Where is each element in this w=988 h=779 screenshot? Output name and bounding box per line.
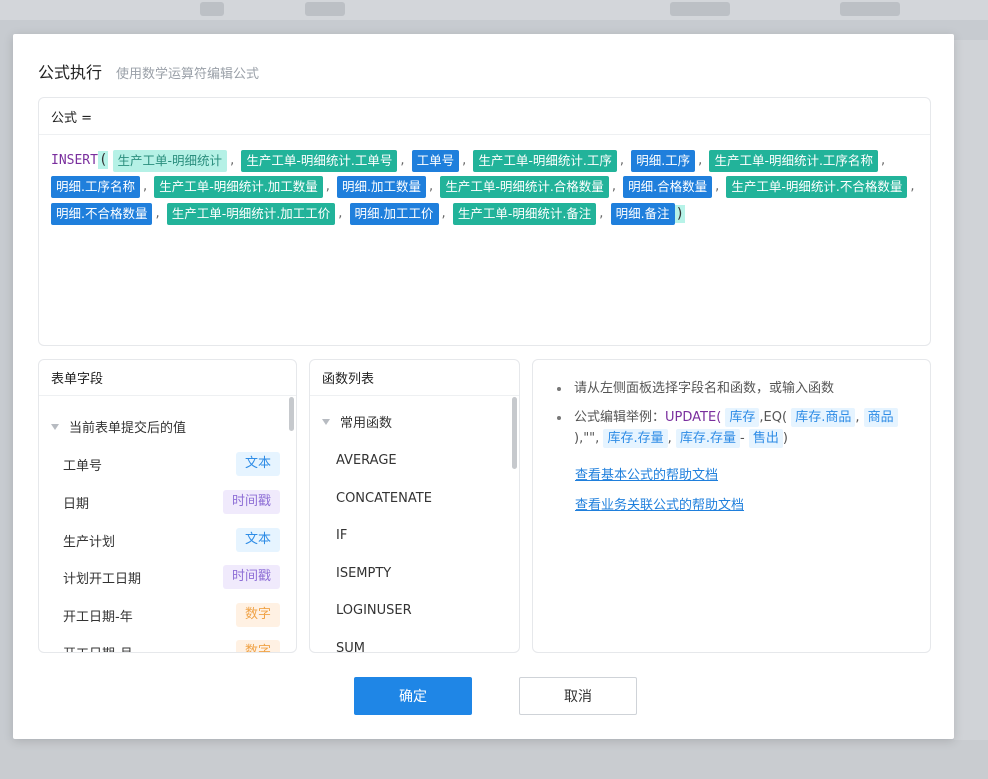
- field-name: 生产计划: [63, 534, 116, 550]
- formula-dialog: 公式执行 使用数学运算符编辑公式 公式 = INSERT( 生产工单-明细统计,…: [13, 34, 954, 739]
- field-item[interactable]: 开工日期-年 数字: [39, 600, 284, 630]
- chevron-down-icon: [322, 418, 330, 425]
- dialog-subtitle: 使用数学运算符编辑公式: [116, 67, 260, 82]
- formula-function-name: INSERT: [51, 153, 98, 168]
- fields-group-label: 当前表单提交后的值: [69, 421, 187, 436]
- formula-token[interactable]: 工单号: [411, 149, 460, 172]
- field-name: 开工日期-月: [63, 643, 133, 653]
- example-token: 库存.存量: [603, 429, 668, 448]
- formula-token[interactable]: 生产工单-明细统计.加工数量: [154, 176, 323, 198]
- field-name: 日期: [63, 496, 90, 512]
- example-separator: ,: [667, 431, 672, 446]
- example-token: 库存.存量: [675, 429, 740, 448]
- function-item[interactable]: CONCATENATE: [336, 491, 432, 506]
- example-token: 库存.商品: [791, 408, 856, 427]
- basic-formula-help-link[interactable]: 查看基本公式的帮助文档: [575, 464, 718, 483]
- formula-token[interactable]: 生产工单-明细统计.工序名称: [709, 149, 878, 172]
- example-prefix: 公式编辑举例：: [574, 410, 666, 425]
- fields-scrollbar[interactable]: [289, 397, 294, 431]
- formula-token[interactable]: 明细.合格数量: [623, 176, 713, 198]
- background-side: [954, 40, 988, 779]
- help-tip: 请从左侧面板选择字段名和函数，或输入函数: [555, 378, 915, 399]
- business-formula-help-link[interactable]: 查看业务关联公式的帮助文档: [575, 494, 744, 513]
- form-fields-panel: 表单字段 当前表单提交后的值 工单号 文本 日期 时间戳 生产计划 文本 计划开…: [38, 359, 297, 653]
- close-paren: ): [674, 204, 685, 223]
- help-tip-text: 请从左侧面板选择字段名和函数，或输入函数: [574, 381, 835, 396]
- formula-token[interactable]: 明细.加工数量: [337, 176, 427, 198]
- field-type-badge: 时间戳: [222, 565, 280, 589]
- formula-token[interactable]: 明细.工序: [631, 149, 696, 172]
- background-block: [840, 2, 900, 16]
- example-token: 售出: [748, 429, 783, 448]
- formula-token[interactable]: 生产工单-明细统计.加工工价: [166, 203, 336, 225]
- example-separator: -: [740, 431, 745, 446]
- example-token: 商品: [863, 408, 898, 427]
- function-item[interactable]: IF: [336, 528, 347, 543]
- field-item[interactable]: 开工日期-月 数字: [39, 637, 284, 653]
- formula-token[interactable]: 明细.备注: [610, 203, 675, 225]
- background-bottom: [0, 740, 988, 779]
- field-type-badge: 文本: [235, 528, 280, 552]
- field-item[interactable]: 生产计划 文本: [39, 525, 284, 555]
- formula-expression[interactable]: INSERT( 生产工单-明细统计, 生产工单-明细统计.工单号, 工单号, 生…: [39, 135, 930, 228]
- formula-editor[interactable]: 公式 = INSERT( 生产工单-明细统计, 生产工单-明细统计.工单号, 工…: [38, 97, 931, 346]
- field-type-badge: 时间戳: [222, 490, 280, 514]
- example-separator: ),"",: [574, 431, 600, 446]
- formula-token[interactable]: 明细.工序名称: [51, 176, 140, 198]
- function-item[interactable]: ISEMPTY: [336, 566, 391, 581]
- field-type-badge: 文本: [235, 452, 280, 476]
- open-paren: (: [97, 151, 109, 169]
- functions-group-toggle[interactable]: 常用函数: [310, 412, 392, 431]
- help-panel: 请从左侧面板选择字段名和函数，或输入函数 公式编辑举例：UPDATE( 库存 ,E…: [532, 359, 931, 653]
- field-name: 工单号: [63, 458, 103, 474]
- confirm-button[interactable]: 确定: [354, 677, 472, 715]
- form-fields-title: 表单字段: [39, 360, 296, 396]
- formula-token[interactable]: 生产工单-明细统计: [112, 149, 228, 172]
- example-function: UPDATE(: [665, 410, 722, 425]
- field-name: 计划开工日期: [63, 571, 142, 587]
- formula-token[interactable]: 生产工单-明细统计.工单号: [241, 149, 398, 172]
- formula-token[interactable]: 生产工单-明细统计.合格数量: [440, 176, 609, 198]
- functions-scrollbar[interactable]: [512, 397, 517, 469]
- function-item[interactable]: SUM: [336, 641, 365, 652]
- dialog-title: 公式执行: [38, 63, 103, 82]
- formula-token[interactable]: 生产工单-明细统计.不合格数量: [726, 176, 908, 198]
- chevron-down-icon: [51, 423, 59, 430]
- formula-token[interactable]: 生产工单-明细统计.备注: [452, 203, 597, 225]
- cancel-button[interactable]: 取消: [519, 677, 637, 715]
- example-token: 库存: [725, 408, 760, 427]
- field-item[interactable]: 计划开工日期 时间戳: [39, 562, 284, 592]
- formula-token[interactable]: 明细.不合格数量: [51, 203, 153, 225]
- background-block: [200, 2, 224, 16]
- formula-token[interactable]: 生产工单-明细统计.工序: [473, 149, 617, 172]
- formula-token[interactable]: 明细.加工工价: [349, 203, 439, 225]
- fields-group-toggle[interactable]: 当前表单提交后的值: [39, 417, 186, 436]
- functions-title: 函数列表: [310, 360, 519, 396]
- background-block: [305, 2, 345, 16]
- example-separator: ,: [855, 410, 860, 425]
- dialog-header: 公式执行 使用数学运算符编辑公式: [38, 59, 260, 82]
- field-type-badge: 数字: [235, 603, 280, 627]
- help-example: 公式编辑举例：UPDATE( 库存 ,EQ( 库存.商品, 商品 ),"", 库存.…: [555, 407, 915, 449]
- example-separator: ): [782, 431, 788, 446]
- formula-label: 公式 =: [39, 98, 930, 135]
- field-name: 开工日期-年: [63, 609, 133, 625]
- field-type-badge: 数字: [235, 640, 280, 652]
- field-item[interactable]: 日期 时间戳: [39, 487, 284, 517]
- function-item[interactable]: AVERAGE: [336, 453, 397, 468]
- function-item[interactable]: LOGINUSER: [336, 603, 412, 618]
- example-separator: ,EQ(: [759, 410, 788, 425]
- functions-panel: 函数列表 常用函数 AVERAGE CONCATENATE IF ISEMPTY…: [309, 359, 520, 653]
- background-block: [670, 2, 730, 16]
- functions-group-label: 常用函数: [340, 416, 393, 431]
- field-item[interactable]: 工单号 文本: [39, 449, 284, 479]
- help-list: 请从左侧面板选择字段名和函数，或输入函数 公式编辑举例：UPDATE( 库存 ,E…: [555, 378, 915, 457]
